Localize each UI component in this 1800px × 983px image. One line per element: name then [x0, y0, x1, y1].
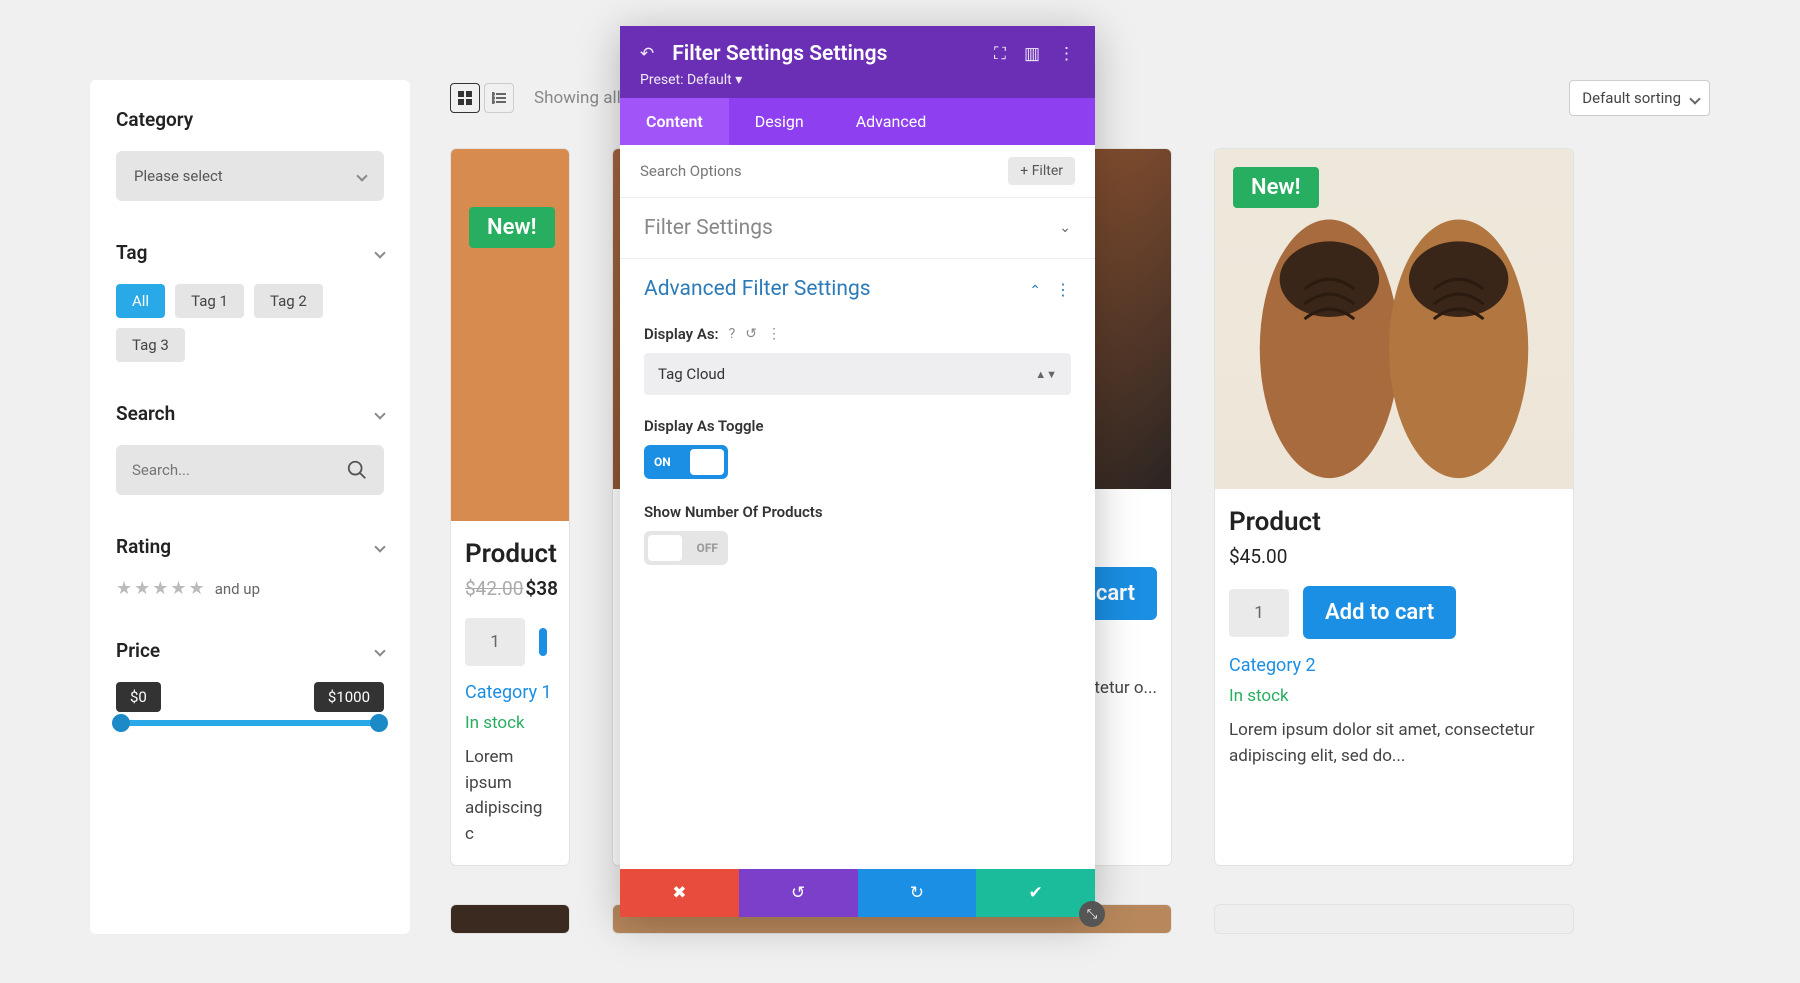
chevron-down-icon: [374, 408, 385, 419]
tab-content[interactable]: Content: [620, 98, 729, 145]
add-to-cart-button[interactable]: Add to cart: [1303, 586, 1456, 639]
product-card: [1214, 904, 1574, 934]
chevron-down-icon: [374, 247, 385, 258]
modal-title: Filter Settings Settings: [672, 42, 976, 66]
slider-knob-max[interactable]: [370, 714, 388, 732]
category-select-placeholder: Please select: [134, 167, 223, 185]
tag-2[interactable]: Tag 2: [254, 284, 323, 318]
filter-settings-section[interactable]: Filter Settings ⌄: [620, 197, 1095, 258]
price-slider[interactable]: [116, 720, 384, 726]
search-input-wrap: [116, 445, 384, 495]
stock-status: In stock: [1229, 686, 1559, 706]
more-icon[interactable]: ⋮: [1055, 280, 1071, 299]
show-number-toggle[interactable]: OFF: [644, 531, 728, 565]
rating-heading[interactable]: Rating: [116, 535, 384, 558]
add-filter-button[interactable]: + Filter: [1008, 157, 1075, 185]
show-number-label: Show Number Of Products: [644, 503, 1071, 521]
product-description: Lorem ipsum adipiscing c: [465, 745, 555, 847]
new-badge: New!: [469, 207, 555, 248]
redo-button[interactable]: ↻: [858, 869, 977, 917]
product-card: [450, 904, 570, 934]
category-select[interactable]: Please select: [116, 151, 384, 201]
product-title: Product: [465, 539, 555, 569]
modal-tabs: Content Design Advanced: [620, 98, 1095, 145]
display-as-label: Display As:: [644, 325, 719, 343]
chevron-down-icon: [356, 170, 367, 181]
price-min: $0: [116, 682, 161, 712]
close-icon: ✖: [672, 883, 686, 903]
check-icon: ✔: [1029, 883, 1043, 903]
add-to-cart-button[interactable]: [539, 628, 547, 656]
settings-modal: ↶ Filter Settings Settings ⛶ ▥ ⋮ Preset:…: [620, 26, 1095, 917]
tag-3[interactable]: Tag 3: [116, 328, 185, 362]
rating-filter[interactable]: ★★★★★ and up: [116, 578, 384, 599]
chevron-down-icon: [374, 645, 385, 656]
tab-advanced[interactable]: Advanced: [830, 98, 953, 145]
sort-select[interactable]: Default sorting: [1569, 80, 1710, 116]
help-icon[interactable]: ?: [729, 326, 736, 342]
list-icon: [492, 91, 506, 105]
search-heading[interactable]: Search: [116, 402, 384, 425]
stock-status: In stock: [465, 713, 555, 733]
chevron-down-icon: ⌄: [1059, 220, 1071, 236]
resize-handle[interactable]: ⤡: [1079, 901, 1105, 927]
grid-icon: [458, 91, 472, 105]
tag-1[interactable]: Tag 1: [175, 284, 244, 318]
quantity-input[interactable]: [1229, 589, 1289, 637]
toggle-knob: [690, 449, 724, 475]
save-button[interactable]: ✔: [976, 869, 1095, 917]
tag-all[interactable]: All: [116, 284, 165, 318]
search-input[interactable]: [132, 461, 321, 479]
list-view-button[interactable]: [484, 83, 514, 113]
category-heading: Category: [116, 108, 384, 131]
product-title: Product: [1229, 507, 1559, 537]
slider-knob-min[interactable]: [112, 714, 130, 732]
star-icon: ★★★★★: [116, 578, 207, 599]
shoes-image: [1215, 149, 1573, 489]
display-toggle[interactable]: ON: [644, 445, 728, 479]
undo-icon: ↺: [791, 883, 805, 903]
undo-button[interactable]: ↺: [739, 869, 858, 917]
chevron-up-icon: ⌃: [1029, 283, 1041, 299]
product-card: New! Product $45.00 Add to cart Category…: [1214, 148, 1574, 866]
filter-sidebar: Category Please select Tag All Tag 1 Tag…: [90, 80, 410, 934]
modal-header: ↶ Filter Settings Settings ⛶ ▥ ⋮ Preset:…: [620, 26, 1095, 98]
product-description: Lorem ipsum dolor sit amet, consectetur …: [1229, 718, 1559, 769]
display-toggle-label: Display As Toggle: [644, 417, 1071, 435]
grid-view-button[interactable]: [450, 83, 480, 113]
preset-label[interactable]: Preset: Default ▾: [640, 72, 1075, 88]
product-card: New! Product $42.00$38 Category 1 In sto…: [450, 148, 570, 866]
tag-heading[interactable]: Tag: [116, 241, 384, 264]
columns-icon[interactable]: ▥: [1024, 44, 1040, 64]
quantity-input[interactable]: [465, 618, 525, 666]
price-heading[interactable]: Price: [116, 639, 384, 662]
search-options-label: Search Options: [640, 162, 742, 180]
product-price: $42.00$38: [465, 577, 555, 600]
more-icon[interactable]: ⋮: [767, 326, 781, 342]
more-icon[interactable]: ⋮: [1058, 44, 1075, 64]
category-link[interactable]: Category 1: [465, 682, 555, 703]
chevron-down-icon: [374, 541, 385, 552]
advanced-filter-section[interactable]: Advanced Filter Settings ⌃ ⋮: [620, 258, 1095, 319]
expand-icon[interactable]: ⛶: [994, 44, 1006, 64]
modal-footer: ✖ ↺ ↻ ✔: [620, 869, 1095, 917]
undo-icon[interactable]: ↶: [640, 44, 654, 64]
search-icon[interactable]: [346, 459, 368, 481]
tab-design[interactable]: Design: [729, 98, 830, 145]
cancel-button[interactable]: ✖: [620, 869, 739, 917]
product-price: $45.00: [1229, 545, 1559, 568]
price-max: $1000: [314, 682, 384, 712]
category-link[interactable]: Category 2: [1229, 655, 1559, 676]
display-as-select[interactable]: Tag Cloud ▲▼: [644, 353, 1071, 395]
reset-icon[interactable]: ↺: [745, 326, 757, 342]
caret-icon: ▲▼: [1035, 368, 1057, 381]
toggle-knob: [648, 535, 682, 561]
redo-icon: ↻: [910, 883, 924, 903]
